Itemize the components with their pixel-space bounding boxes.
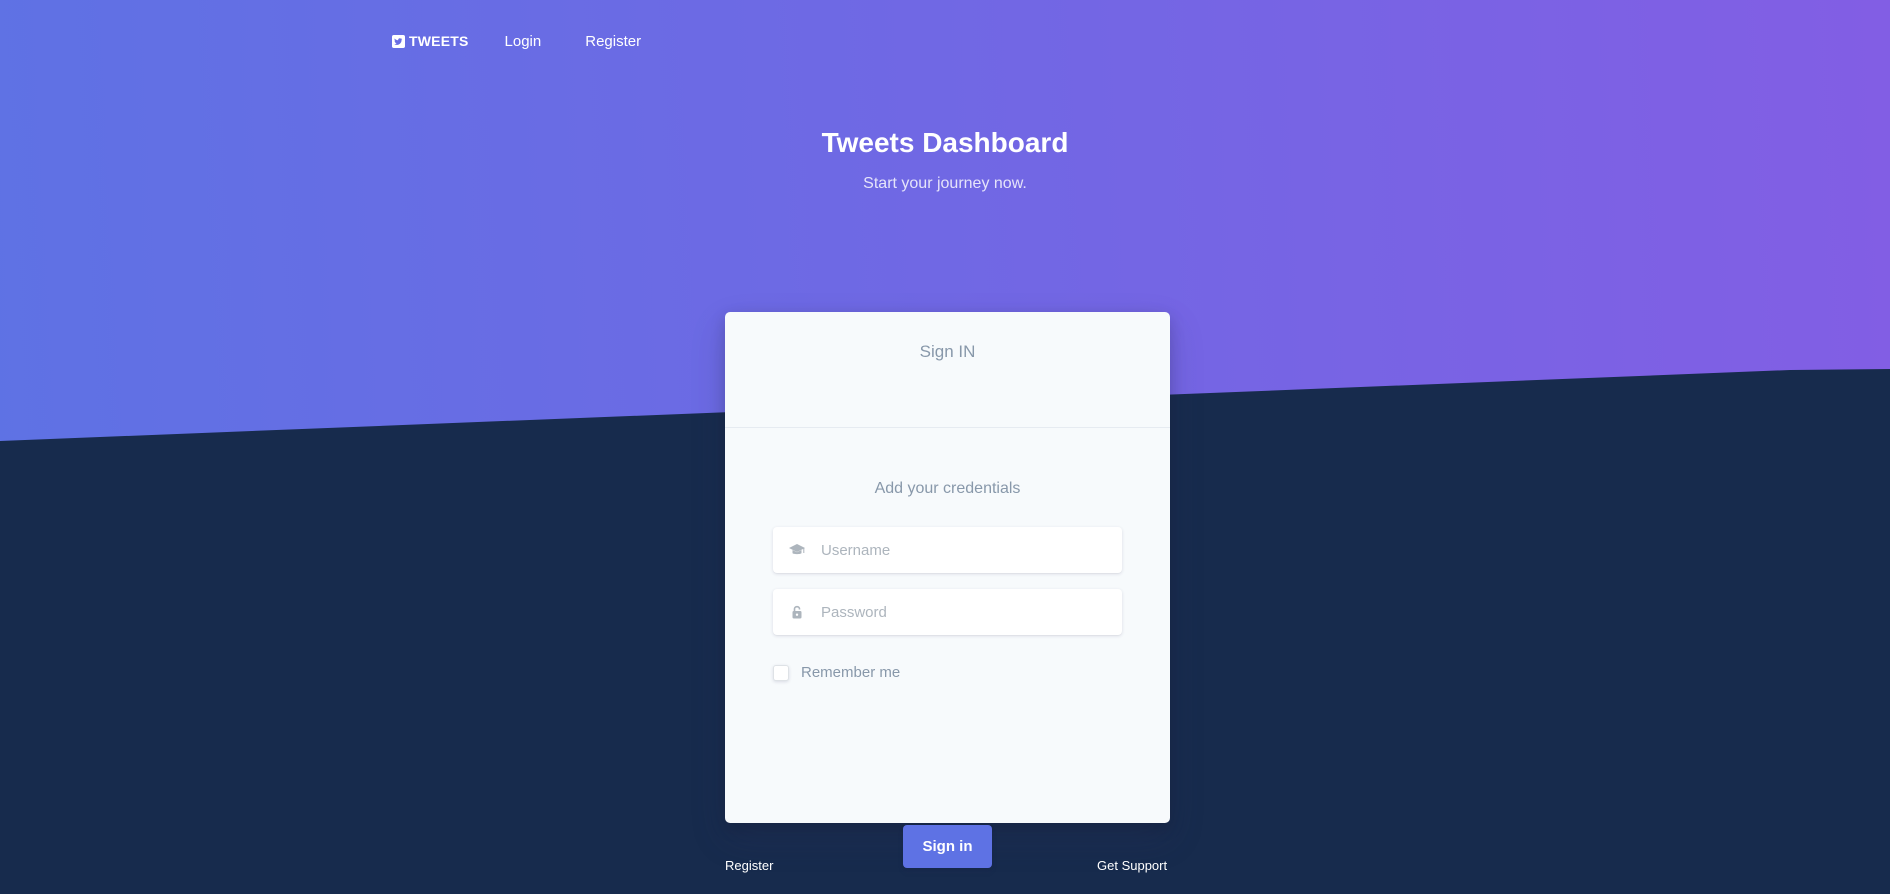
brand-link[interactable]: TWEETS [392,33,469,49]
footer-support-link[interactable]: Get Support [1097,858,1167,873]
page-subtitle: Start your journey now. [863,175,1027,192]
username-field-group [773,527,1122,573]
password-field-group [773,589,1122,635]
remember-me-control[interactable]: Remember me [773,664,900,681]
page-title: Tweets Dashboard [821,127,1069,158]
lock-icon [773,605,821,619]
top-navbar: TWEETS Login Register [392,28,641,54]
graduation-cap-icon [773,544,821,556]
card-header-title: Sign IN [919,342,976,361]
footer-register-link[interactable]: Register [725,858,773,873]
username-input[interactable] [821,530,1111,570]
password-input[interactable] [821,592,1111,632]
login-page: TWEETS Login Register Tweets Dashboard S… [0,0,1890,894]
nav-login-link[interactable]: Login [505,33,542,50]
twitter-square-icon [392,34,405,48]
remember-me-label: Remember me [801,664,901,681]
card-header: Sign IN [725,312,1170,428]
remember-me-checkbox[interactable] [773,664,789,681]
nav-register-link[interactable]: Register [585,33,641,50]
signin-button[interactable]: Sign in [903,825,992,868]
credentials-heading: Add your credentials [874,480,1021,497]
brand-label: TWEETS [409,33,469,49]
